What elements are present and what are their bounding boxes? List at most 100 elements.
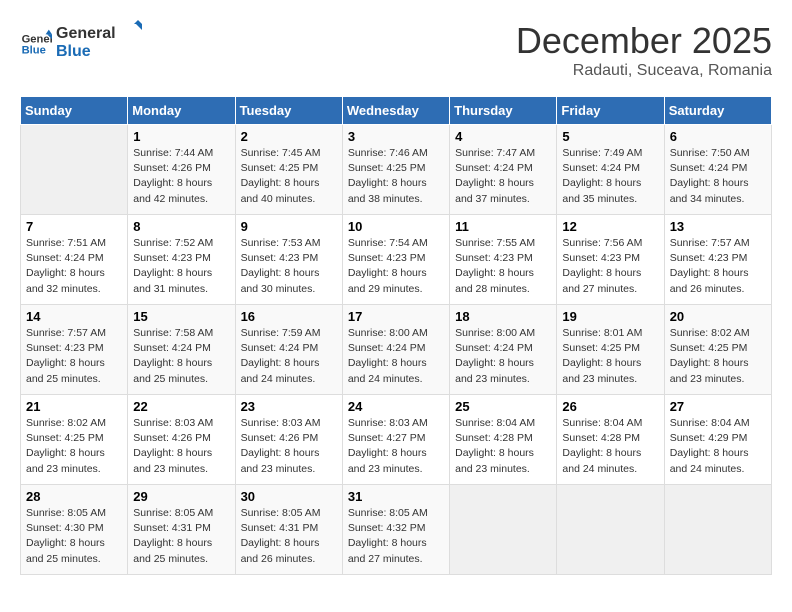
day-number: 7 bbox=[26, 219, 122, 234]
calendar-cell: 17 Sunrise: 8:00 AMSunset: 4:24 PMDayligh… bbox=[342, 305, 449, 395]
day-info: Sunrise: 8:03 AMSunset: 4:27 PMDaylight:… bbox=[348, 416, 444, 477]
col-sunday: Sunday bbox=[21, 97, 128, 125]
day-info: Sunrise: 8:05 AMSunset: 4:31 PMDaylight:… bbox=[133, 506, 229, 567]
calendar-cell: 29Sunrise: 8:05 AMSunset: 4:31 PMDayligh… bbox=[128, 485, 235, 575]
day-number: 6 bbox=[670, 129, 766, 144]
calendar-cell: 23Sunrise: 8:03 AMSunset: 4:26 PMDayligh… bbox=[235, 395, 342, 485]
day-number: 25 bbox=[455, 399, 551, 414]
calendar-cell: 10 Sunrise: 7:54 AMSunset: 4:23 PMDayligh… bbox=[342, 215, 449, 305]
calendar-table: Sunday Monday Tuesday Wednesday Thursday… bbox=[20, 96, 772, 575]
day-info: Sunrise: 7:47 AMSunset: 4:24 PMDaylight:… bbox=[455, 146, 551, 207]
calendar-cell: 21 Sunrise: 8:02 AMSunset: 4:25 PMDayligh… bbox=[21, 395, 128, 485]
calendar-cell: 7 Sunrise: 7:51 AMSunset: 4:24 PMDaylight… bbox=[21, 215, 128, 305]
day-info: Sunrise: 7:53 AMSunset: 4:23 PMDaylight:… bbox=[241, 236, 337, 297]
day-info: Sunrise: 7:55 AMSunset: 4:23 PMDaylight:… bbox=[455, 236, 551, 297]
day-info: Sunrise: 7:50 AMSunset: 4:24 PMDaylight:… bbox=[670, 146, 766, 207]
day-number: 8 bbox=[133, 219, 229, 234]
day-number: 20 bbox=[670, 309, 766, 324]
calendar-cell: 15 Sunrise: 7:58 AMSunset: 4:24 PMDayligh… bbox=[128, 305, 235, 395]
col-wednesday: Wednesday bbox=[342, 97, 449, 125]
day-number: 9 bbox=[241, 219, 337, 234]
day-info: Sunrise: 8:05 AMSunset: 4:31 PMDaylight:… bbox=[241, 506, 337, 567]
calendar-cell bbox=[450, 485, 557, 575]
day-info: Sunrise: 7:59 AMSunset: 4:24 PMDaylight:… bbox=[241, 326, 337, 387]
calendar-cell: 26 Sunrise: 8:04 AMSunset: 4:28 PMDayligh… bbox=[557, 395, 664, 485]
title-block: December 2025 Radauti, Suceava, Romania bbox=[516, 20, 772, 80]
calendar-cell: 13 Sunrise: 7:57 AMSunset: 4:23 PMDayligh… bbox=[664, 215, 771, 305]
logo-icon: General Blue bbox=[20, 28, 52, 60]
day-number: 28 bbox=[26, 489, 122, 504]
day-info: Sunrise: 7:45 AMSunset: 4:25 PMDaylight:… bbox=[241, 146, 337, 207]
day-number: 10 bbox=[348, 219, 444, 234]
calendar-cell: 11 Sunrise: 7:55 AMSunset: 4:23 PMDayligh… bbox=[450, 215, 557, 305]
calendar-week-row: 7 Sunrise: 7:51 AMSunset: 4:24 PMDaylight… bbox=[21, 215, 772, 305]
calendar-week-row: 1 Sunrise: 7:44 AMSunset: 4:26 PMDaylight… bbox=[21, 125, 772, 215]
calendar-cell: 25 Sunrise: 8:04 AMSunset: 4:28 PMDayligh… bbox=[450, 395, 557, 485]
day-number: 5 bbox=[562, 129, 658, 144]
calendar-cell bbox=[21, 125, 128, 215]
day-info: Sunrise: 7:51 AMSunset: 4:24 PMDaylight:… bbox=[26, 236, 122, 297]
day-number: 11 bbox=[455, 219, 551, 234]
day-info: Sunrise: 7:57 AMSunset: 4:23 PMDaylight:… bbox=[26, 326, 122, 387]
day-info: Sunrise: 8:04 AMSunset: 4:28 PMDaylight:… bbox=[455, 416, 551, 477]
calendar-cell: 9 Sunrise: 7:53 AMSunset: 4:23 PMDaylight… bbox=[235, 215, 342, 305]
calendar-cell: 14 Sunrise: 7:57 AMSunset: 4:23 PMDayligh… bbox=[21, 305, 128, 395]
day-info: Sunrise: 7:57 AMSunset: 4:23 PMDaylight:… bbox=[670, 236, 766, 297]
day-info: Sunrise: 8:00 AMSunset: 4:24 PMDaylight:… bbox=[455, 326, 551, 387]
calendar-cell: 5Sunrise: 7:49 AMSunset: 4:24 PMDaylight… bbox=[557, 125, 664, 215]
calendar-cell: 19Sunrise: 8:01 AMSunset: 4:25 PMDayligh… bbox=[557, 305, 664, 395]
col-tuesday: Tuesday bbox=[235, 97, 342, 125]
calendar-week-row: 28 Sunrise: 8:05 AMSunset: 4:30 PMDayligh… bbox=[21, 485, 772, 575]
col-monday: Monday bbox=[128, 97, 235, 125]
logo: General Blue General Blue bbox=[20, 20, 146, 67]
page-header: General Blue General Blue December 2025 … bbox=[20, 20, 772, 80]
calendar-cell: 4 Sunrise: 7:47 AMSunset: 4:24 PMDaylight… bbox=[450, 125, 557, 215]
calendar-week-row: 21 Sunrise: 8:02 AMSunset: 4:25 PMDayligh… bbox=[21, 395, 772, 485]
svg-text:Blue: Blue bbox=[22, 44, 46, 56]
day-number: 31 bbox=[348, 489, 444, 504]
day-info: Sunrise: 7:58 AMSunset: 4:24 PMDaylight:… bbox=[133, 326, 229, 387]
day-info: Sunrise: 7:44 AMSunset: 4:26 PMDaylight:… bbox=[133, 146, 229, 207]
month-title: December 2025 bbox=[516, 20, 772, 62]
calendar-cell: 2 Sunrise: 7:45 AMSunset: 4:25 PMDaylight… bbox=[235, 125, 342, 215]
day-number: 13 bbox=[670, 219, 766, 234]
calendar-cell: 16 Sunrise: 7:59 AMSunset: 4:24 PMDayligh… bbox=[235, 305, 342, 395]
calendar-cell: 6 Sunrise: 7:50 AMSunset: 4:24 PMDaylight… bbox=[664, 125, 771, 215]
day-number: 23 bbox=[241, 399, 337, 414]
col-thursday: Thursday bbox=[450, 97, 557, 125]
svg-text:General: General bbox=[56, 25, 116, 42]
day-info: Sunrise: 7:56 AMSunset: 4:23 PMDaylight:… bbox=[562, 236, 658, 297]
day-number: 15 bbox=[133, 309, 229, 324]
day-info: Sunrise: 8:00 AMSunset: 4:24 PMDaylight:… bbox=[348, 326, 444, 387]
day-number: 12 bbox=[562, 219, 658, 234]
day-info: Sunrise: 8:05 AMSunset: 4:30 PMDaylight:… bbox=[26, 506, 122, 567]
day-number: 30 bbox=[241, 489, 337, 504]
calendar-cell: 24Sunrise: 8:03 AMSunset: 4:27 PMDayligh… bbox=[342, 395, 449, 485]
day-number: 1 bbox=[133, 129, 229, 144]
calendar-cell: 27Sunrise: 8:04 AMSunset: 4:29 PMDayligh… bbox=[664, 395, 771, 485]
calendar-cell bbox=[664, 485, 771, 575]
day-number: 14 bbox=[26, 309, 122, 324]
day-number: 16 bbox=[241, 309, 337, 324]
calendar-cell: 30 Sunrise: 8:05 AMSunset: 4:31 PMDayligh… bbox=[235, 485, 342, 575]
col-saturday: Saturday bbox=[664, 97, 771, 125]
day-info: Sunrise: 8:02 AMSunset: 4:25 PMDaylight:… bbox=[670, 326, 766, 387]
day-info: Sunrise: 8:04 AMSunset: 4:29 PMDaylight:… bbox=[670, 416, 766, 477]
calendar-cell: 20 Sunrise: 8:02 AMSunset: 4:25 PMDayligh… bbox=[664, 305, 771, 395]
calendar-cell: 28 Sunrise: 8:05 AMSunset: 4:30 PMDayligh… bbox=[21, 485, 128, 575]
day-number: 21 bbox=[26, 399, 122, 414]
day-info: Sunrise: 8:01 AMSunset: 4:25 PMDaylight:… bbox=[562, 326, 658, 387]
day-number: 4 bbox=[455, 129, 551, 144]
day-number: 22 bbox=[133, 399, 229, 414]
day-info: Sunrise: 8:05 AMSunset: 4:32 PMDaylight:… bbox=[348, 506, 444, 567]
calendar-cell: 31 Sunrise: 8:05 AMSunset: 4:32 PMDayligh… bbox=[342, 485, 449, 575]
day-number: 17 bbox=[348, 309, 444, 324]
location-subtitle: Radauti, Suceava, Romania bbox=[516, 62, 772, 80]
day-number: 26 bbox=[562, 399, 658, 414]
day-info: Sunrise: 8:02 AMSunset: 4:25 PMDaylight:… bbox=[26, 416, 122, 477]
day-number: 2 bbox=[241, 129, 337, 144]
day-info: Sunrise: 8:04 AMSunset: 4:28 PMDaylight:… bbox=[562, 416, 658, 477]
calendar-week-row: 14 Sunrise: 7:57 AMSunset: 4:23 PMDayligh… bbox=[21, 305, 772, 395]
calendar-header-row: Sunday Monday Tuesday Wednesday Thursday… bbox=[21, 97, 772, 125]
day-info: Sunrise: 7:54 AMSunset: 4:23 PMDaylight:… bbox=[348, 236, 444, 297]
